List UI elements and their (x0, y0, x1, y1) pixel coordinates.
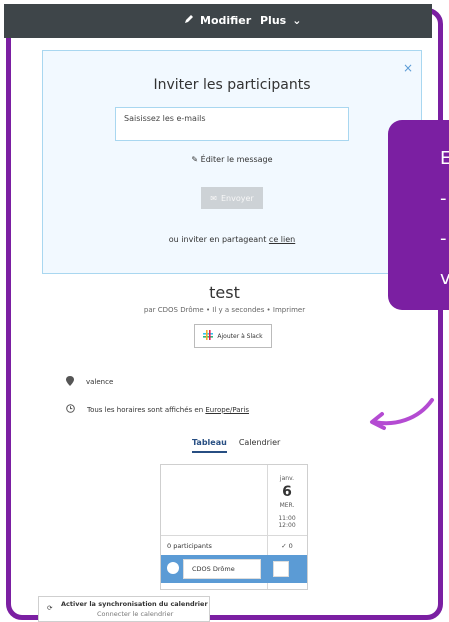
availability-checkbox[interactable] (273, 561, 289, 577)
vote-count: ✓ 0 (267, 537, 307, 555)
invite-title: Inviter les participants (153, 77, 311, 93)
slack-button[interactable]: Ajouter à Slack (194, 324, 272, 348)
pencil-icon: ✎ (191, 155, 199, 164)
slack-label: Ajouter à Slack (217, 332, 263, 340)
callout-line-1: E (440, 148, 449, 169)
participant-name-input[interactable]: CDOS Drôme (183, 559, 261, 579)
close-icon[interactable]: × (403, 61, 413, 75)
time-start: 11:00 (278, 515, 296, 522)
calendar-sync-button[interactable]: ⟳ Activer la synchronisation du calendri… (38, 596, 210, 622)
share-prefix: ou inviter en partageant (168, 235, 267, 244)
participants-count: 0 participants (167, 542, 212, 550)
timezone-row: Tous les horaires sont affichés en Europ… (66, 404, 249, 415)
checkmark-icon: ✓ (281, 542, 287, 550)
invite-panel: × Inviter les participants Saisissez les… (42, 50, 422, 274)
location-row: valence (66, 376, 113, 388)
clock-icon (66, 404, 75, 415)
avatar (167, 562, 179, 574)
map-pin-icon (66, 376, 74, 388)
share-text: ou inviter en partageant ce lien (43, 235, 421, 244)
participant-row: CDOS Drôme (161, 555, 307, 583)
callout-line-3: - (440, 228, 447, 249)
location-text: valence (86, 378, 114, 386)
day-label: 6 (282, 484, 292, 500)
time-end: 12:00 (278, 522, 296, 529)
poll-grid: janv. 6 MER. 11:00 12:00 0 participants … (160, 464, 308, 590)
view-tabs: Tableau Calendrier (192, 438, 280, 453)
send-label: Envoyer (221, 193, 254, 203)
callout-line-2: - (440, 188, 447, 209)
tab-calendar[interactable]: Calendrier (239, 438, 281, 453)
edit-button[interactable]: Modifier (184, 14, 251, 27)
top-toolbar: Modifier Plus ⌄ (4, 4, 432, 38)
poll-meta: par CDOS Drôme • Il y a secondes • Impri… (143, 306, 306, 314)
edit-label: Modifier (200, 14, 252, 27)
chevron-down-icon: ⌄ (292, 14, 302, 27)
sync-subtitle: Connecter le calendrier (97, 610, 174, 618)
weekday-label: MER. (279, 502, 295, 509)
share-link[interactable]: ce lien (269, 235, 295, 244)
send-button[interactable]: ✉ Envoyer (201, 187, 263, 209)
email-input[interactable]: Saisissez les e-mails (115, 107, 349, 141)
pencil-icon (184, 14, 194, 27)
poll-title: test (209, 283, 240, 302)
sync-icon: ⟳ (47, 604, 53, 612)
timezone-link[interactable]: Europe/Paris (205, 406, 249, 414)
timezone-prefix: Tous les horaires sont affichés en (87, 405, 204, 414)
callout-box: E - - v (388, 120, 449, 310)
timezone-text: Tous les horaires sont affichés en Europ… (87, 406, 249, 414)
edit-message-label: Éditer le message (200, 155, 273, 164)
edit-message-link[interactable]: ✎ Éditer le message (43, 155, 421, 164)
slack-icon (203, 330, 214, 342)
callout-arrow (370, 398, 434, 430)
more-button[interactable]: Plus ⌄ (260, 14, 301, 27)
tab-table[interactable]: Tableau (192, 438, 227, 453)
vote-count-value: 0 (288, 542, 293, 550)
grid-row-divider (161, 535, 307, 536)
date-column: janv. 6 MER. 11:00 12:00 (267, 465, 307, 535)
more-label: Plus (260, 14, 287, 27)
month-label: janv. (279, 475, 295, 482)
mail-icon: ✉ (210, 193, 217, 203)
sync-title: Activer la synchronisation du calendrier (61, 600, 208, 608)
